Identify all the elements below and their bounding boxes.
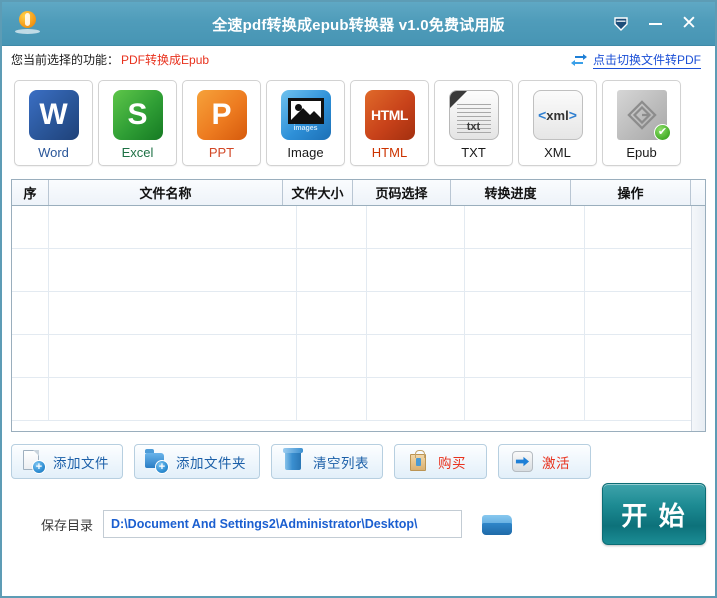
column-header-progress: 转换进度 <box>451 180 571 205</box>
format-label-image: Image <box>287 145 324 160</box>
column-header-filesize: 文件大小 <box>283 180 353 205</box>
format-label-html: HTML <box>371 145 408 160</box>
shopping-bag-icon <box>406 449 431 474</box>
table-row[interactable] <box>12 206 705 249</box>
function-bar: 您当前选择的功能： PDF转换成Epub 点击切换文件转PDF <box>2 46 715 73</box>
save-path-value: D:\Document And Settings2\Administrator\… <box>111 517 418 531</box>
format-label-txt: TXT <box>461 145 486 160</box>
minimize-icon[interactable] <box>645 14 665 34</box>
column-header-pagerange: 页码选择 <box>353 180 451 205</box>
format-label-epub: Epub <box>626 145 657 160</box>
table-scrollbar[interactable] <box>691 206 705 431</box>
format-selector: W Word S Excel P PPT images Image HTML H… <box>11 75 706 171</box>
current-function-value: PDF转换成Epub <box>121 53 210 67</box>
start-button-label: 开 始 <box>621 500 687 531</box>
image-icon-caption: images <box>293 125 318 132</box>
format-card-html[interactable]: HTML HTML <box>350 80 429 166</box>
excel-icon: S <box>111 88 165 142</box>
save-directory-bar: 保存目录 D:\Document And Settings2\Administr… <box>11 483 706 555</box>
folder-browse-icon <box>482 514 513 535</box>
format-card-txt[interactable]: txt TXT <box>434 80 513 166</box>
table-body <box>12 206 705 431</box>
table-header-row: 序 文件名称 文件大小 页码选择 转换进度 操作 <box>12 180 705 206</box>
table-row[interactable] <box>12 378 705 421</box>
activate-arrow-icon <box>510 449 535 474</box>
epub-logo-icon <box>626 100 657 130</box>
save-path-input[interactable]: D:\Document And Settings2\Administrator\… <box>103 510 463 538</box>
table-row[interactable] <box>12 292 705 335</box>
trash-icon <box>281 448 306 474</box>
switch-mode-label: 点击切换文件转PDF <box>592 52 701 69</box>
format-card-word[interactable]: W Word <box>14 80 93 166</box>
image-icon: images <box>279 88 333 142</box>
start-button[interactable]: 开 始 <box>602 483 706 545</box>
table-row[interactable] <box>12 335 705 378</box>
table-row[interactable] <box>12 249 705 292</box>
column-header-operation: 操作 <box>571 180 691 205</box>
format-label-excel: Excel <box>121 145 154 160</box>
switch-mode-link[interactable]: 点击切换文件转PDF <box>570 51 706 69</box>
add-folder-label: 添加文件夹 <box>176 455 246 471</box>
html-icon: HTML <box>363 88 417 142</box>
column-header-index: 序 <box>12 180 49 205</box>
add-folder-button[interactable]: + 添加文件夹 <box>134 444 260 479</box>
txt-icon-caption: txt <box>466 121 481 133</box>
word-icon: W <box>27 88 81 142</box>
format-label-ppt: PPT <box>208 145 235 160</box>
format-card-epub[interactable]: ✔ Epub <box>602 80 681 166</box>
column-header-scrollbar-spacer <box>691 180 705 205</box>
format-card-xml[interactable]: < xml > XML <box>518 80 597 166</box>
close-icon[interactable]: ✕ <box>679 14 699 34</box>
clear-list-label: 清空列表 <box>313 455 369 471</box>
format-label-word: Word <box>38 145 69 160</box>
purchase-label: 购买 <box>438 455 466 471</box>
add-file-label: 添加文件 <box>53 455 109 471</box>
selected-check-icon: ✔ <box>654 124 671 141</box>
pin-collapse-icon[interactable] <box>611 14 631 34</box>
add-file-button[interactable]: + 添加文件 <box>11 444 123 479</box>
right-arrow-icon <box>515 456 530 467</box>
app-logo-icon <box>11 7 45 41</box>
window-title: 全速pdf转换成epub转换器 v1.0免费试用版 <box>212 16 505 34</box>
add-folder-icon: + <box>144 449 169 474</box>
purchase-button[interactable]: 购买 <box>394 444 487 479</box>
title-bar: 全速pdf转换成epub转换器 v1.0免费试用版 ✕ <box>2 2 715 46</box>
current-function-label: 您当前选择的功能： <box>11 53 120 67</box>
action-button-bar: + 添加文件 + 添加文件夹 清空列表 购买 激活 <box>11 444 706 479</box>
chevron-down-shield-icon <box>614 16 628 31</box>
activate-label: 激活 <box>542 455 570 471</box>
window-controls: ✕ <box>611 14 715 34</box>
format-card-ppt[interactable]: P PPT <box>182 80 261 166</box>
ppt-icon: P <box>195 88 249 142</box>
format-card-image[interactable]: images Image <box>266 80 345 166</box>
activate-button[interactable]: 激活 <box>498 444 591 479</box>
column-header-filename: 文件名称 <box>49 180 283 205</box>
file-list-table: 序 文件名称 文件大小 页码选择 转换进度 操作 <box>11 179 706 432</box>
save-directory-label: 保存目录 <box>41 517 94 533</box>
xml-icon: < xml > <box>531 88 585 142</box>
clear-list-button[interactable]: 清空列表 <box>271 444 383 479</box>
add-file-icon: + <box>21 449 46 474</box>
swap-arrows-icon <box>570 53 587 66</box>
format-card-excel[interactable]: S Excel <box>98 80 177 166</box>
txt-icon: txt <box>447 88 501 142</box>
format-label-xml: XML <box>544 145 571 160</box>
app-window: 全速pdf转换成epub转换器 v1.0免费试用版 ✕ 您当前选择的功能： PD… <box>0 0 717 598</box>
browse-folder-button[interactable] <box>480 510 514 538</box>
